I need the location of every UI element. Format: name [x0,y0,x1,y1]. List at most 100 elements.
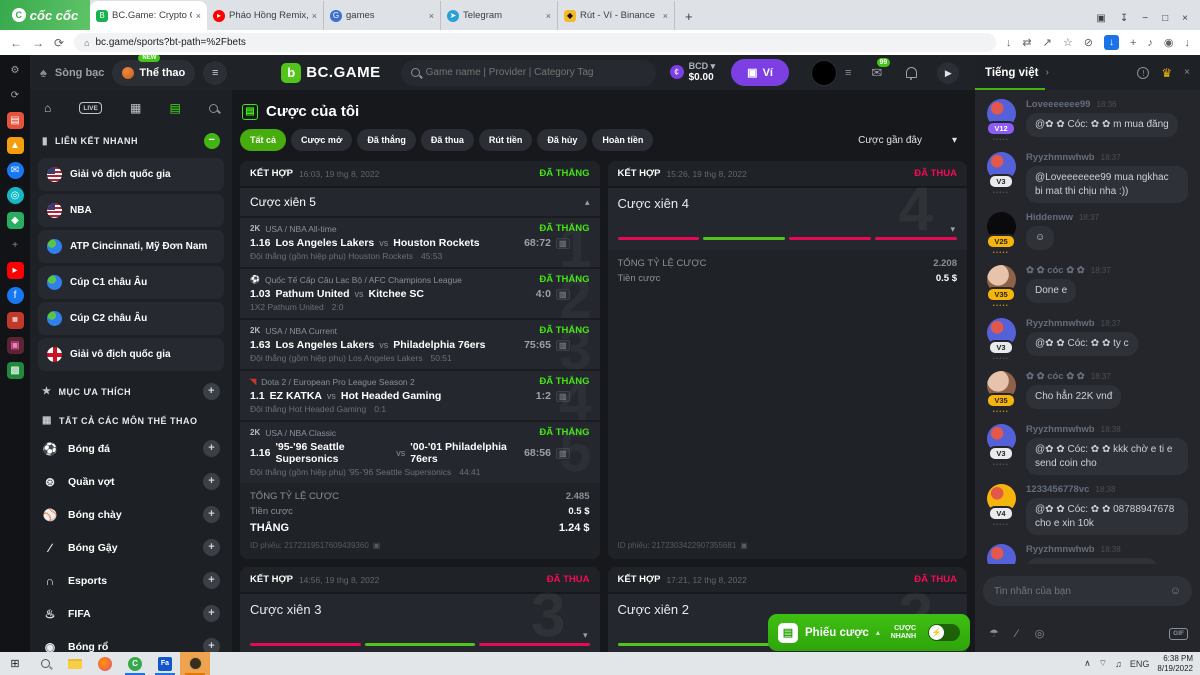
zalo-icon[interactable]: ◎ [7,187,24,204]
home-icon[interactable]: ⌂ [44,101,51,115]
downloads-tray-icon[interactable]: ↓ [1185,37,1191,49]
live-icon[interactable]: LIVE [79,102,101,114]
expand-icon[interactable]: ▾ [950,224,955,235]
youtube-shortcut-icon[interactable]: ▸ [7,262,24,279]
games-shortcut-icon[interactable]: ◆ [7,212,24,229]
quick-link-item[interactable]: Giải vô địch quốc gia [38,158,224,191]
quick-link-item[interactable]: Cúp C2 châu Âu [38,302,224,335]
message-bubble[interactable]: ☺ [1026,226,1054,250]
filter-all[interactable]: Tất cả [240,129,286,151]
quick-link-item[interactable]: NBA [38,194,224,227]
slash-command-icon[interactable]: ∕ [1016,628,1018,640]
language-indicator[interactable]: ENG [1130,659,1150,669]
share-icon[interactable]: ↗ [1043,36,1052,49]
shortcut-red-icon[interactable]: ▦ [7,312,24,329]
expand-icon[interactable]: ▾ [583,630,588,641]
sports-tab[interactable]: Thể thao NEW [112,60,195,86]
currency-selector[interactable]: ¢ BCD ▾ $0.00 [670,62,716,83]
filter-cashout[interactable]: Rút tiền [479,129,533,151]
tab-binance[interactable]: ◆Rút - Ví - Binance× [558,1,675,30]
close-chat-icon[interactable]: × [1184,67,1190,78]
history-icon[interactable]: ⟳ [7,87,24,104]
network-icon[interactable]: ⌔ [1099,658,1107,669]
add-favorite-button[interactable]: + [203,383,220,400]
trophy-icon[interactable]: ♛ [1161,66,1172,80]
tab-search-icon[interactable]: ▣ [1096,13,1105,24]
firefox-button[interactable] [90,652,120,675]
tab-close-icon[interactable]: × [546,11,551,21]
url-box[interactable]: ⌂bc.game/sports?bt-path=%2Fbets [74,33,996,52]
back-button[interactable]: ← [10,36,22,50]
quick-link-item[interactable]: ATP Cincinnati, Mỹ Đơn Nam [38,230,224,263]
messenger-icon[interactable]: ✉ [7,162,24,179]
message-bubble[interactable]: Cho hẳn 22K vnđ [1026,385,1121,409]
message-bubble[interactable]: @1233456778vc het r ;))) [1026,558,1158,564]
inbox-icon[interactable]: ✉99 [871,65,882,81]
bet-name-row[interactable]: 4 Cược xiên 4 ▾ [608,186,968,250]
tab-close-icon[interactable]: × [312,11,317,21]
bet-slip-button[interactable]: ▤ Phiếu cược ▴ CƯỢCNHANH ⚡ [768,614,970,651]
add-shortcut-icon[interactable]: + [7,237,24,254]
close-window-button[interactable]: × [1182,13,1188,24]
translate-icon[interactable]: ⇄ [1022,36,1031,49]
save-page-icon[interactable]: ↓ [1006,37,1012,49]
coc-coc-button[interactable]: C [120,652,150,675]
sidebar-item-basketball[interactable]: ◉Bóng rổ+ [30,630,232,652]
expand-plus-button[interactable]: + [203,605,220,622]
minimize-button[interactable]: − [1142,13,1148,24]
sidebar-item-esports[interactable]: ∩Esports+ [30,564,232,597]
bet-card-won[interactable]: KẾT HỢP 16:03, 19 thg 8, 2022 ĐÃ THẮNG C… [240,161,600,559]
rain-icon[interactable]: ☂ [989,627,999,640]
expand-plus-button[interactable]: + [203,473,220,490]
sidebar-item-baseball[interactable]: ⚾Bóng chày+ [30,498,232,531]
bet-card-lost[interactable]: KẾT HỢP 14:56, 19 thg 8, 2022 ĐÃ THUA 3 … [240,567,600,652]
expand-plus-button[interactable]: + [203,539,220,556]
message-bubble[interactable]: @Loveeeeeee99 mua ngkhac bi mat thi chịu… [1026,166,1188,203]
shortcut-dark-icon[interactable]: ▣ [7,337,24,354]
chat-input-box[interactable]: ☺ [983,576,1192,606]
tab-youtube[interactable]: ▸Pháo Hồng Remix, Nhưng ◂))× [207,1,324,30]
chevron-right-icon[interactable]: › [1045,67,1048,78]
active-app-button[interactable] [180,652,210,675]
forward-button[interactable]: → [32,36,44,50]
media-icon[interactable]: ♪ [1147,37,1153,49]
tab-close-icon[interactable]: × [196,11,201,21]
bet-card-lost[interactable]: KẾT HỢP 15:26, 19 thg 8, 2022 ĐÃ THUA 4 … [608,161,968,559]
send-to-device-icon[interactable]: ↧ [1120,13,1128,24]
extensions-icon[interactable]: + [1130,37,1136,49]
chat-toggle-icon[interactable]: ▶ [937,62,959,84]
bookmark-star-icon[interactable]: ☆ [1063,36,1073,49]
fa-app-button[interactable]: Fa [150,652,180,675]
message-bubble[interactable]: @✿ ✿ Cóc: ✿ ✿ 08788947678 cho e xin 10k [1026,498,1188,535]
chat-rules-icon[interactable]: ! [1137,67,1149,79]
filter-open[interactable]: Cược mở [291,129,352,151]
message-bubble[interactable]: @✿ ✿ Cóc: ✿ ✿ m mua đăng [1026,113,1178,137]
emoji-icon[interactable]: ☺ [1170,585,1181,597]
hot-icon[interactable]: ▲ [7,137,24,154]
coin-chip-icon[interactable]: ◎ [1035,627,1045,640]
filter-lost[interactable]: Đã thua [421,129,474,151]
expand-plus-button[interactable]: + [203,440,220,457]
tray-expand-icon[interactable]: ∧ [1084,658,1091,669]
new-tab-button[interactable]: + [675,9,703,30]
tab-close-icon[interactable]: × [663,11,668,21]
sidebar-item-cricket[interactable]: ∕Bóng Gậy+ [30,531,232,564]
filter-refund[interactable]: Hoàn tiền [592,129,653,151]
tab-telegram[interactable]: ➤Telegram× [441,1,558,30]
shortcut-green-icon[interactable]: ▩ [7,362,24,379]
filter-cancelled[interactable]: Đã hủy [537,129,587,151]
expand-plus-button[interactable]: + [203,506,220,523]
search-input[interactable] [426,67,646,78]
user-avatar[interactable] [811,60,837,86]
notifications-bell-icon[interactable] [906,67,917,78]
wallet-button[interactable]: ▣ Ví [731,59,789,86]
copy-icon[interactable]: ▣ [373,541,381,550]
bcgame-logo[interactable]: b BC.GAME [281,63,380,83]
my-bets-icon[interactable]: ▤ [169,101,180,115]
profile-icon[interactable]: ◉ [1164,36,1174,49]
sidebar-item-fifa[interactable]: ♨FIFA+ [30,597,232,630]
volume-icon[interactable]: ♫ [1115,659,1122,669]
news-icon[interactable]: ▤ [7,112,24,129]
settings-gear-icon[interactable]: ⚙ [7,62,24,79]
sidebar-item-tennis[interactable]: ⊛Quần vợt+ [30,465,232,498]
